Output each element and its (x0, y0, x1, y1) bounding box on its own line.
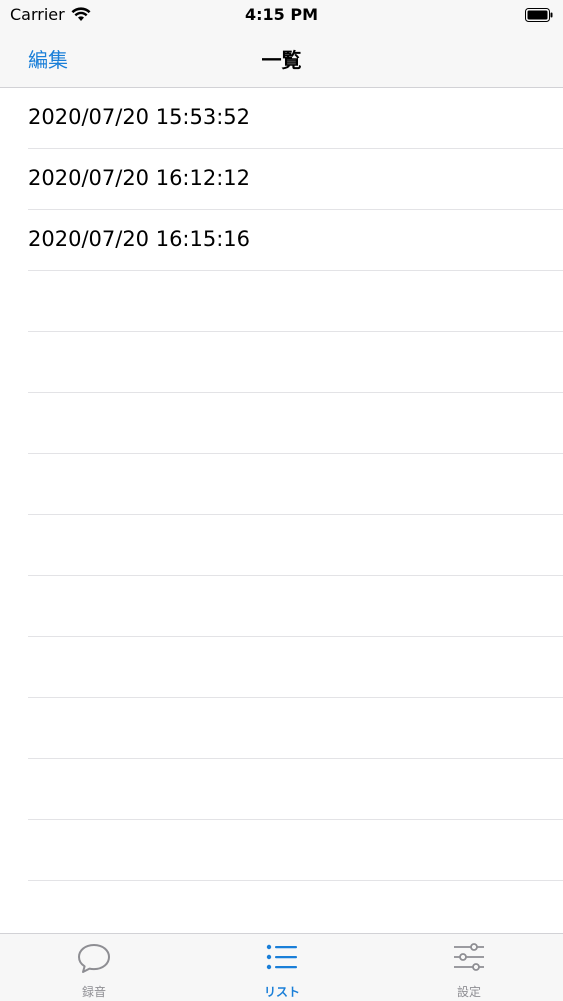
empty-row (28, 881, 563, 933)
empty-row (28, 515, 563, 576)
navigation-bar: 編集 一覧 (0, 30, 563, 88)
empty-row (28, 454, 563, 515)
tab-settings[interactable]: 設定 (375, 934, 563, 1001)
empty-row (28, 759, 563, 820)
tab-settings-label: 設定 (456, 985, 481, 999)
empty-row (28, 332, 563, 393)
empty-row (28, 393, 563, 454)
sliders-icon (452, 942, 486, 976)
status-bar: Carrier 4:15 PM (0, 0, 563, 30)
battery-icon (525, 7, 553, 22)
speech-bubble-icon (76, 942, 112, 980)
recording-timestamp: 2020/07/20 16:15:16 (28, 227, 251, 251)
list-item[interactable]: 2020/07/20 16:12:12 (28, 149, 563, 210)
list-item[interactable]: 2020/07/20 16:15:16 (28, 210, 563, 271)
tab-record-label: 録音 (81, 985, 106, 999)
empty-row (28, 576, 563, 637)
empty-row (28, 698, 563, 759)
empty-row (28, 820, 563, 881)
tab-list-label: リスト (263, 985, 300, 999)
tab-bar: 録音 リスト 設定 (0, 933, 563, 1001)
list-item[interactable]: 2020/07/20 15:53:52 (28, 88, 563, 149)
tab-record[interactable]: 録音 (0, 934, 188, 1001)
recordings-list: 2020/07/20 15:53:52 2020/07/20 16:12:12 … (0, 88, 563, 933)
list-icon (265, 942, 299, 976)
empty-row (28, 271, 563, 332)
empty-row (28, 637, 563, 698)
tab-list[interactable]: リスト (188, 934, 376, 1001)
recording-timestamp: 2020/07/20 15:53:52 (28, 105, 251, 129)
page-title: 一覧 (261, 48, 302, 72)
status-time: 4:15 PM (244, 5, 318, 24)
recording-timestamp: 2020/07/20 16:12:12 (28, 166, 251, 190)
